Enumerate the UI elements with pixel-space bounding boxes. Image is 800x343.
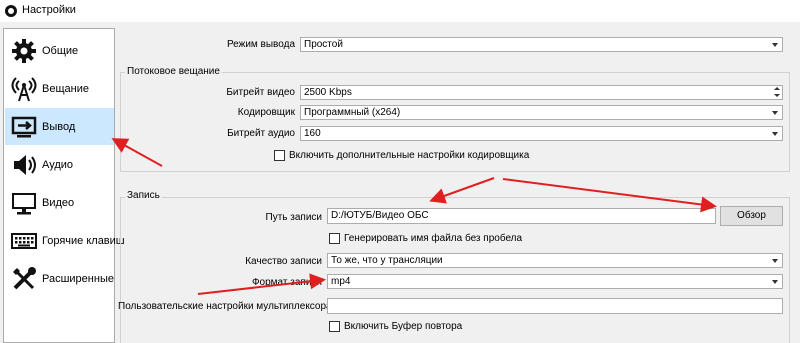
broadcast-antenna-icon [11,77,37,102]
advanced-encoder-checkbox[interactable] [274,150,285,161]
encoder-select[interactable]: Программный (x264) [300,105,783,120]
sidebar-item-label: Общие [42,45,79,57]
chevron-down-icon [772,280,778,284]
browse-button[interactable]: Обзор [720,206,783,226]
output-icon [11,116,37,138]
sidebar-item-output[interactable]: Вывод [5,108,114,145]
sidebar-item-label: Горячие клавиш [42,235,125,247]
chevron-down-icon [772,43,778,47]
audio-bitrate-value: 160 [304,128,321,139]
monitor-icon [12,193,36,215]
output-mode-select[interactable]: Простой [300,37,783,52]
sidebar-item-advanced[interactable]: Расширенные [5,260,114,297]
chevron-down-icon [772,111,778,115]
sidebar-item-label: Вещание [42,83,89,95]
record-path-value: D:/ЮТУБ/Видео ОБС [331,210,429,221]
gear-icon [12,39,36,63]
sidebar-item-label: Аудио [42,159,74,171]
output-mode-value: Простой [304,39,343,50]
obs-logo-icon [5,5,17,17]
replay-buffer-label: Включить Буфер повтора [344,321,463,332]
record-format-value: mp4 [331,276,351,287]
record-quality-select[interactable]: То же, что у трансляции [327,253,783,268]
record-quality-value: То же, что у трансляции [331,255,443,266]
title-bar: Настройки [0,0,800,22]
no-space-filename-label: Генерировать имя файла без пробела [344,233,523,244]
sidebar-item-stream[interactable]: Вещание [5,70,114,107]
keyboard-icon [11,233,37,249]
streaming-group-title: Потоковое вещание [125,66,222,77]
video-bitrate-label: Битрейт видео [226,87,295,98]
replay-buffer-checkbox[interactable] [329,321,340,332]
video-bitrate-value: 2500 Kbps [304,87,352,98]
video-bitrate-spinbox[interactable]: 2500 Kbps [300,85,783,100]
no-space-filename-checkbox[interactable] [329,233,340,244]
record-path-input[interactable]: D:/ЮТУБ/Видео ОБС [327,208,716,224]
encoder-label: Кодировщик [237,107,295,118]
settings-sidebar: Общие Вещание Вывод Аудио Видео Горячие … [3,28,125,343]
chevron-down-icon [772,132,778,136]
audio-bitrate-label: Битрейт аудио [227,128,295,139]
sidebar-item-hotkeys[interactable]: Горячие клавиш [5,222,125,259]
spin-down-icon[interactable] [772,93,781,99]
sidebar-item-general[interactable]: Общие [5,32,114,69]
tools-icon [13,267,36,290]
record-format-label: Формат записи [251,277,322,288]
speaker-icon [14,155,36,175]
record-format-select[interactable]: mp4 [327,274,783,289]
muxer-settings-label: Пользовательские настройки мультиплексор… [118,301,332,312]
advanced-encoder-label: Включить дополнительные настройки кодиро… [289,150,530,161]
chevron-down-icon [772,259,778,263]
audio-bitrate-select[interactable]: 160 [300,126,783,141]
sidebar-item-label: Вывод [42,121,76,133]
record-path-label: Путь записи [265,212,323,223]
sidebar-item-audio[interactable]: Аудио [5,146,114,183]
sidebar-item-label: Расширенные [42,273,114,285]
muxer-settings-input[interactable] [327,298,783,314]
sidebar-item-label: Видео [42,197,75,209]
output-mode-label: Режим вывода [226,39,295,50]
window-title: Настройки [22,4,76,16]
encoder-value: Программный (x264) [304,107,401,118]
record-quality-label: Качество записи [245,256,322,267]
recording-group-title: Запись [125,190,162,201]
spin-up-icon[interactable] [772,86,781,92]
sidebar-item-video[interactable]: Видео [5,184,114,221]
